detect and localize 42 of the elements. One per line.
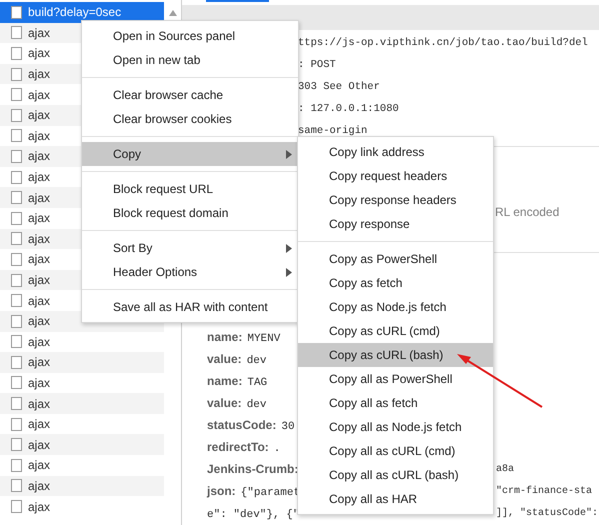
request-name: ajax — [28, 396, 50, 411]
detail-field: redirectTo: . — [207, 440, 280, 454]
detail-line: same-origin — [298, 125, 368, 137]
detail-field: value: dev — [207, 396, 266, 410]
request-name: ajax — [28, 128, 50, 143]
request-name: ajax — [28, 46, 50, 60]
request-name: ajax — [28, 376, 50, 390]
detail-value: a8a — [496, 464, 514, 474]
detail-value: ]], "statusCode": — [496, 508, 598, 518]
detail-line: : 127.0.0.1:1080 — [298, 103, 399, 115]
request-name: ajax — [28, 438, 50, 452]
request-name: ajax — [28, 149, 50, 164]
detail-field: value: dev — [207, 352, 266, 366]
request-name: ajax — [28, 211, 50, 226]
request-name: ajax — [28, 190, 50, 205]
request-name: ajax — [28, 67, 50, 82]
request-name: ajax — [28, 417, 50, 432]
request-name: ajax — [28, 170, 50, 184]
request-name: ajax — [28, 500, 50, 514]
request-name: ajax — [28, 252, 50, 266]
request-name: ajax — [28, 314, 50, 328]
detail-field: json: {"paramet — [207, 484, 300, 498]
request-name: ajax — [28, 108, 50, 122]
detail-line: ttps://js-op.vipthink.cn/job/tao.tao/build?del — [298, 37, 588, 49]
detail-field: Jenkins-Crumb: — [207, 462, 304, 476]
request-name: ajax — [28, 88, 50, 102]
request-name: ajax — [28, 273, 50, 288]
request-name: ajax — [28, 458, 50, 472]
detail-line: : POST — [298, 59, 336, 71]
request-name: ajax — [28, 26, 50, 40]
request-name: ajax — [28, 294, 50, 308]
detail-field: statusCode: 30 — [207, 418, 295, 432]
request-name: ajax — [28, 232, 50, 246]
request-name: build?delay=0sec — [28, 5, 122, 20]
detail-line: 303 See Other — [298, 81, 380, 93]
request-name: ajax — [28, 478, 50, 493]
detail-field: name: MYENV — [207, 330, 280, 344]
detail-value: "crm-finance-sta — [496, 486, 592, 496]
request-name: ajax — [28, 355, 50, 370]
detail-line: RL encoded — [495, 205, 560, 219]
detail-field: name: TAG — [207, 374, 268, 388]
request-name: ajax — [28, 334, 50, 349]
